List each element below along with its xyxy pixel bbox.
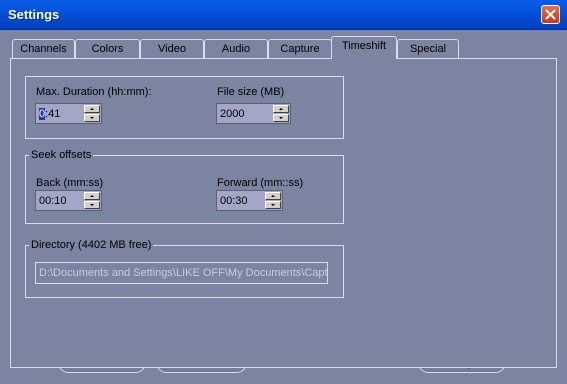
max-duration-value: 0:41 — [39, 108, 60, 120]
window-title: Settings — [8, 7, 60, 22]
file-size-spinner[interactable]: 2000 — [216, 103, 291, 124]
tab-colors[interactable]: Colors — [75, 39, 140, 58]
arrow-up-icon[interactable] — [273, 105, 289, 113]
arrow-up-icon[interactable] — [84, 192, 100, 200]
forward-label: Forward (mm::ss) — [217, 177, 304, 189]
duration-group: Max. Duration (hh:mm): 0:41 File size (M… — [25, 76, 344, 139]
arrow-down-icon[interactable] — [273, 114, 289, 122]
tab-channels[interactable]: Channels — [12, 39, 75, 58]
back-label: Back (mm:ss) — [36, 177, 104, 189]
arrow-down-icon[interactable] — [84, 114, 100, 122]
tab-capture[interactable]: Capture — [268, 39, 332, 58]
file-size-label: File size (MB) — [217, 86, 285, 98]
directory-path-field[interactable]: D:\Documents and Settings\LIKE OFF\My Do… — [35, 262, 328, 284]
arrow-down-icon[interactable] — [84, 201, 100, 209]
title-bar: Settings — [0, 0, 567, 30]
close-icon — [545, 9, 556, 20]
max-duration-label: Max. Duration (hh:mm): — [36, 86, 152, 98]
file-size-value: 2000 — [220, 108, 245, 120]
arrow-up-icon[interactable] — [84, 105, 100, 113]
directory-title: Directory (4402 MB free) — [29, 239, 154, 251]
tab-timeshift[interactable]: Timeshift — [331, 36, 397, 59]
arrow-up-icon[interactable] — [265, 192, 281, 200]
forward-value: 00:30 — [220, 195, 248, 207]
tab-video[interactable]: Video — [140, 39, 204, 58]
tab-special[interactable]: Special — [397, 39, 459, 58]
back-value: 00:10 — [39, 195, 67, 207]
arrow-down-icon[interactable] — [265, 201, 281, 209]
close-button[interactable] — [541, 5, 560, 24]
forward-spinner[interactable]: 00:30 — [216, 190, 283, 211]
back-spinner[interactable]: 00:10 — [35, 190, 102, 211]
max-duration-rest: :41 — [45, 108, 61, 120]
seek-offsets-group: Seek offsets Back (mm:ss) 00:10 Forward … — [25, 149, 344, 224]
settings-dialog: Channels Colors Video Audio Capture Time… — [0, 30, 567, 384]
tab-audio[interactable]: Audio — [204, 39, 268, 58]
max-duration-spinner[interactable]: 0:41 — [35, 103, 102, 124]
seek-offsets-title: Seek offsets — [29, 149, 94, 161]
